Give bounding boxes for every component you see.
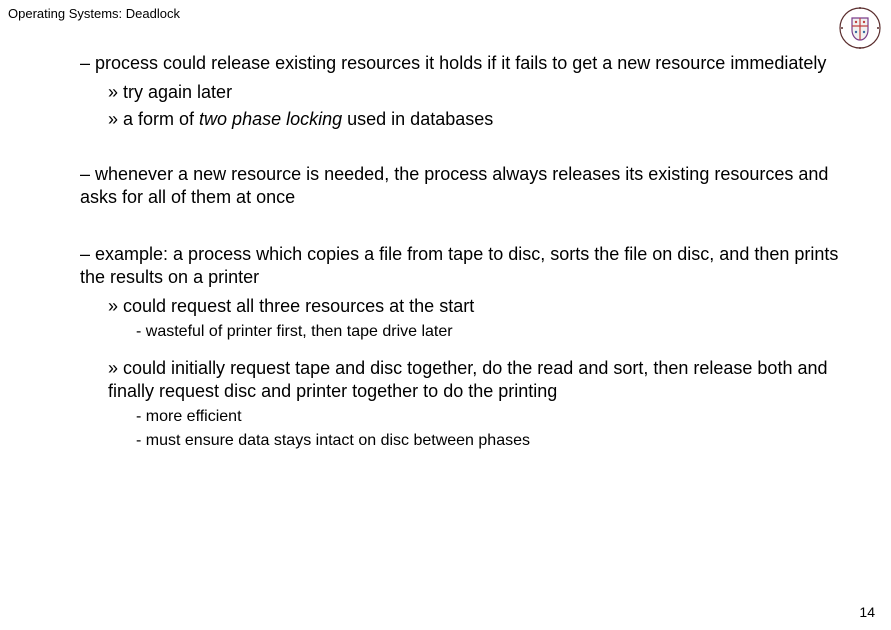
bullet-level3: - must ensure data stays intact on disc … xyxy=(136,431,840,451)
bullet-level1: – process could release existing resourc… xyxy=(80,52,840,75)
bullet-level2: » could initially request tape and disc … xyxy=(108,357,840,403)
bullet-level2: » try again later xyxy=(108,81,840,104)
bullet-level2: » a form of two phase locking used in da… xyxy=(108,108,840,131)
bullet-level3: - wasteful of printer first, then tape d… xyxy=(136,322,840,342)
slide-body: – process could release existing resourc… xyxy=(80,52,840,456)
italic-term: two phase locking xyxy=(199,109,342,129)
slide-header: Operating Systems: Deadlock xyxy=(8,6,180,21)
page-number: 14 xyxy=(859,604,875,620)
header-title: Operating Systems: Deadlock xyxy=(8,6,180,21)
text-fragment: » a form of xyxy=(108,109,199,129)
university-crest-icon xyxy=(839,4,881,52)
bullet-level1: – example: a process which copies a file… xyxy=(80,243,840,289)
bullet-level3: - more efficient xyxy=(136,407,840,427)
text-fragment: used in databases xyxy=(342,109,493,129)
bullet-level2: » could request all three resources at t… xyxy=(108,295,840,318)
bullet-level1: – whenever a new resource is needed, the… xyxy=(80,163,840,209)
